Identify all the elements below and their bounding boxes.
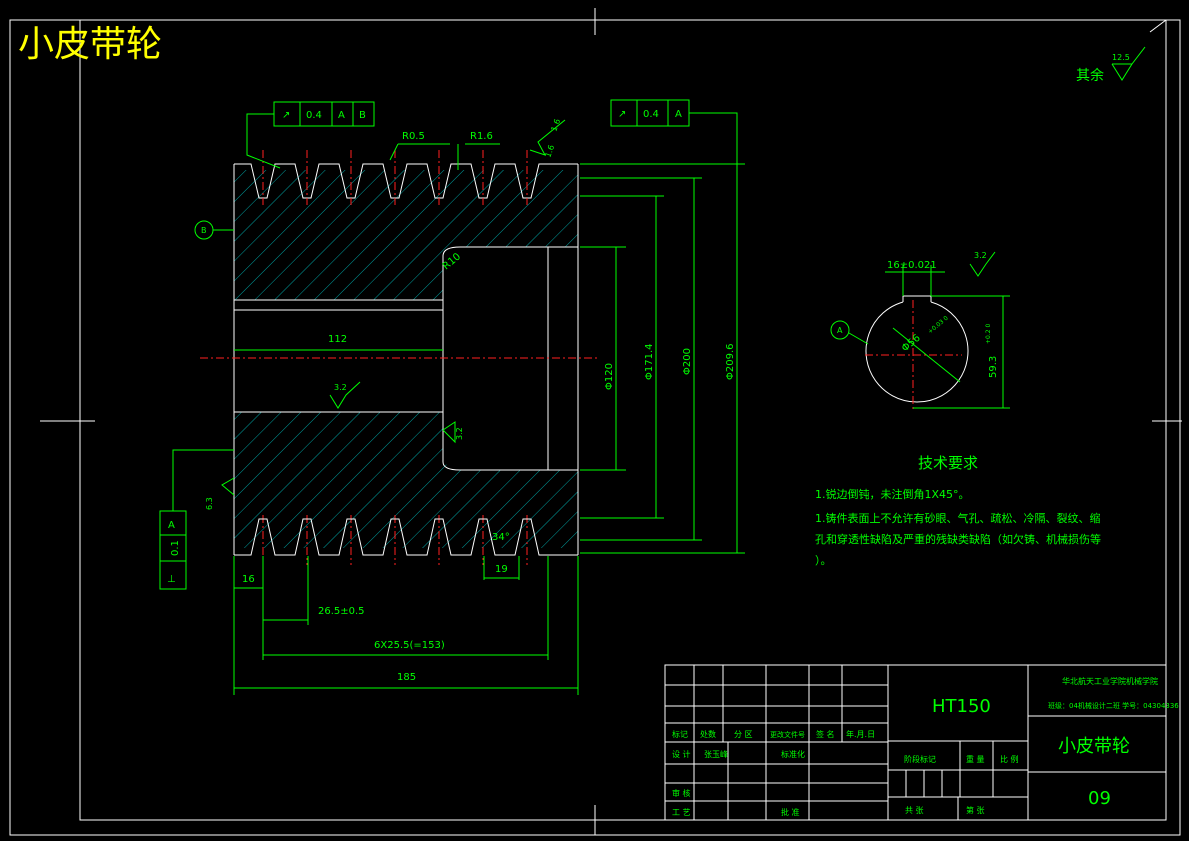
tb-header: 共 张 [905, 806, 924, 815]
roughness-note: 其余 [1076, 67, 1104, 84]
tech-line2: 1.铸件表面上不允许有砂眼、气孔、疏松、冷隔、裂纹、缩 [815, 511, 1101, 525]
roughness-icon [221, 477, 235, 496]
dim-d171: Φ171.4 [644, 344, 655, 381]
corner-mark [1149, 19, 1167, 33]
tech-line4: ）。 [815, 554, 832, 567]
dim-16: 16 [242, 574, 255, 585]
tb-header: 批 准 [781, 807, 800, 817]
tol-perp-value: 0.1 [170, 540, 181, 556]
tb-header: 工 艺 [672, 808, 691, 817]
tb-drawing-no: 09 [1088, 788, 1111, 809]
tol-left-datum1: A [338, 110, 345, 121]
tol-left-symbol: ↗ [282, 110, 290, 121]
tb-header: 重 量 [966, 754, 985, 764]
tb-header: 阶段标记 [904, 754, 936, 764]
dim-pitch: 26.5±0.5 [318, 606, 365, 617]
dim-d120: Φ120 [604, 363, 615, 390]
tb-header: 处数 [700, 729, 716, 739]
tech-line1: 1.锐边倒钝，未注倒角1X45°。 [815, 487, 970, 501]
bore-tol: +0.03 0 [927, 315, 950, 336]
dim-d209: Φ209.6 [725, 344, 736, 381]
datum-b-label: B [201, 226, 207, 235]
tb-header: 第 张 [966, 805, 985, 815]
rough-label: 6.3 [205, 497, 214, 510]
dim-r05: R0.5 [402, 131, 425, 142]
tb-header: 标准化 [781, 749, 805, 759]
dim-r16: R1.6 [470, 131, 493, 142]
tb-header: 更改文件号 [770, 730, 805, 739]
tolerance-frame-right [610, 99, 738, 160]
rough-label: 1.6 [549, 118, 562, 133]
tb-part-name: 小皮带轮 [1058, 736, 1130, 757]
outer-border [9, 19, 1181, 836]
tb-header: 年.月.日 [846, 729, 875, 739]
corner-title: 小皮带轮 [18, 24, 162, 65]
rough-label: 1.6 [543, 144, 556, 159]
keyway-section [830, 251, 1010, 410]
rough-label: 3.2 [455, 427, 464, 440]
tol-right-datum1: A [675, 109, 682, 120]
key-depth-tol: +0.2 0 [985, 324, 992, 344]
tb-designer: 张玉峰 [704, 749, 728, 759]
dim-19: 19 [495, 564, 508, 575]
roughness-icon [442, 421, 456, 444]
tb-header: 审 核 [672, 788, 691, 798]
tech-line3: 孔和穿透性缺陷及严重的残缺类缺陷（如欠铸、机械损伤等 [815, 532, 1101, 546]
tol-left-datum2: B [359, 110, 366, 121]
roughness-value: 12.5 [1112, 53, 1130, 62]
diameter-dimensions [580, 120, 745, 554]
rough-label: 3.2 [334, 383, 347, 392]
datum-a-label: A [837, 326, 843, 335]
tb-class: 班级：04机械设计二班 学号：04304336 [1048, 701, 1179, 710]
tb-header: 签 名 [816, 729, 835, 739]
dim-d200: Φ200 [682, 348, 693, 375]
tol-perp-symbol: ⊥ [167, 574, 176, 585]
hatch-upper [234, 170, 578, 300]
tol-right-value: 0.4 [643, 109, 659, 120]
key-depth: 59.3 [988, 356, 999, 378]
tol-left-value: 0.4 [306, 110, 322, 121]
tech-heading: 技术要求 [918, 454, 978, 472]
dim-185: 185 [397, 672, 416, 683]
tol-right-symbol: ↗ [618, 109, 626, 120]
dim-pitch-total: 6X25.5(=153) [374, 640, 445, 651]
tb-header: 分 区 [734, 730, 753, 739]
dim-angle: 34° [492, 532, 510, 543]
dim-r10: R10 [441, 251, 463, 272]
tb-school: 华北航天工业学院机械学院 [1062, 676, 1158, 686]
tb-header: 比 例 [1000, 754, 1019, 764]
rough-label: 3.2 [974, 251, 987, 260]
dim-112: 112 [328, 334, 347, 345]
tb-header: 设 计 [672, 749, 691, 759]
tb-header: 标记 [672, 729, 688, 739]
tol-perp-datum: A [168, 520, 175, 531]
tb-material: HT150 [932, 696, 991, 717]
key-width: 16±0.021 [887, 260, 937, 271]
hatch-lower [234, 412, 578, 548]
drawing-canvas: 小皮带轮 其余 12.5 Φ120 Φ171.4 Φ200 Φ209.6 112… [9, 8, 1182, 836]
